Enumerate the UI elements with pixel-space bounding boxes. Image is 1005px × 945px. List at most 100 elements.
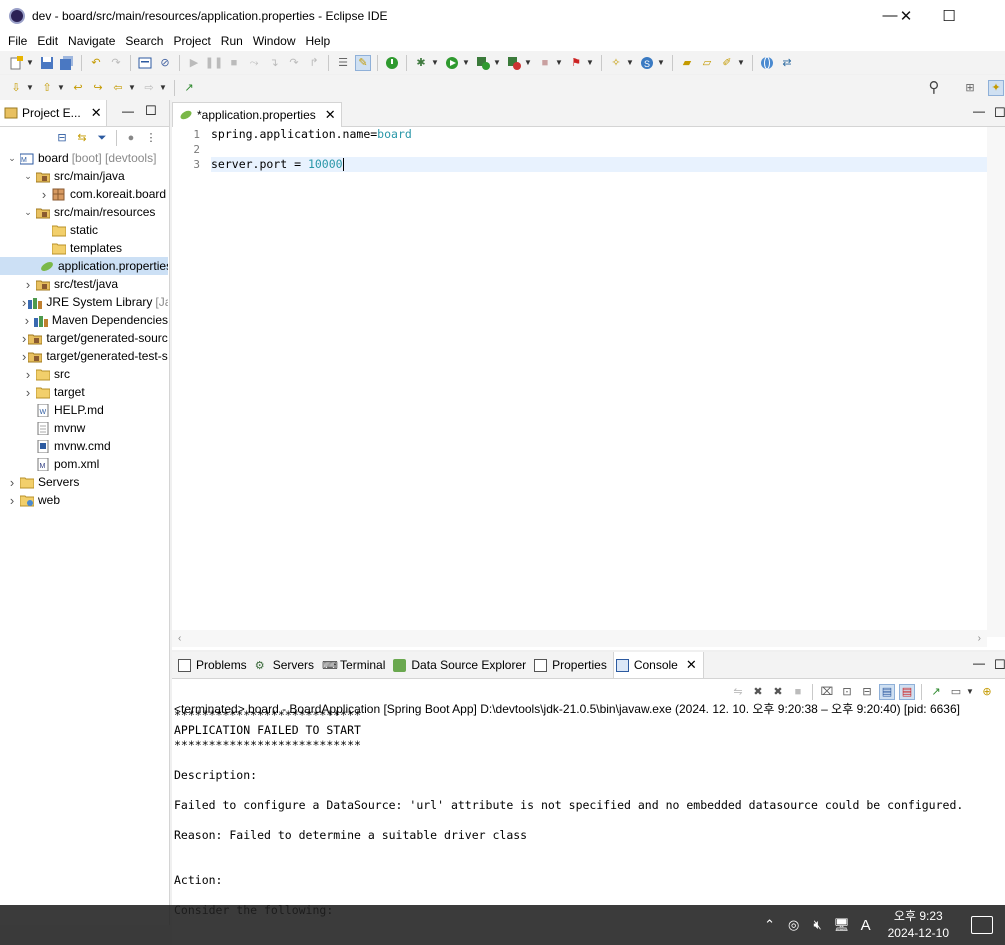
global-search-icon[interactable]: ⚲	[926, 79, 942, 96]
code-line[interactable]: spring.application.name=board	[211, 127, 412, 142]
maximize-button[interactable]: ☐	[926, 0, 972, 31]
menu-help[interactable]: Help	[301, 31, 336, 51]
camera-icon[interactable]: ◎	[783, 914, 805, 936]
previous-annotation-dropdown-icon[interactable]: ▼	[57, 83, 65, 92]
tree-item-jre-library[interactable]: ›JRE System Library[JavaSE-21]	[0, 293, 168, 311]
editor-vertical-scrollbar[interactable]	[987, 127, 1005, 637]
close-tab-icon[interactable]: ✕	[325, 107, 336, 123]
chevron-right-icon[interactable]: ›	[22, 367, 34, 382]
tree-item-generated-test-sources[interactable]: ›target/generated-test-sources	[0, 347, 168, 365]
forward-dropdown-icon[interactable]: ▼	[159, 83, 167, 92]
back-icon[interactable]: ⇦	[110, 80, 126, 96]
tree-item-src-folder[interactable]: › src	[0, 365, 168, 383]
tree-item-servers[interactable]: › Servers	[0, 473, 168, 491]
forward-edit-icon[interactable]: ↪	[90, 80, 106, 96]
tab-properties[interactable]: Properties	[532, 652, 613, 678]
next-annotation-dropdown-icon[interactable]: ▼	[26, 83, 34, 92]
run-dropdown-icon[interactable]: ▼	[462, 58, 470, 67]
toggle-block-selection-icon[interactable]: ✎	[355, 54, 371, 71]
open-type-icon[interactable]: ▰	[679, 55, 695, 71]
tree-item-pom-xml[interactable]: Mpom.xml	[0, 455, 168, 473]
tree-item-board-project[interactable]: ⌄ Mboard [boot] [devtools]	[0, 149, 168, 167]
chevron-right-icon[interactable]: ›	[6, 493, 18, 508]
tree-item-src-main-java[interactable]: ⌄ src/main/java	[0, 167, 168, 185]
chevron-down-icon[interactable]: ⌄	[6, 152, 18, 164]
menu-edit[interactable]: Edit	[32, 31, 63, 51]
clear-console-icon[interactable]: ⌧	[819, 684, 835, 700]
tree-item-mvnw[interactable]: mvnw	[0, 419, 168, 437]
menu-file[interactable]: File	[3, 31, 32, 51]
external-tools-icon[interactable]	[506, 55, 522, 71]
menu-navigate[interactable]: Navigate	[63, 31, 120, 51]
pin-editor-icon[interactable]: ↗	[181, 80, 197, 96]
terminate-dropdown-icon[interactable]: ▼	[586, 58, 594, 67]
globe-icon[interactable]	[759, 55, 775, 71]
tab-console[interactable]: Console ✕	[612, 652, 704, 678]
coverage-dropdown-icon[interactable]: ▼	[493, 58, 501, 67]
tree-item-package[interactable]: › com.koreait.board	[0, 185, 168, 203]
display-console-icon[interactable]: ▭	[948, 684, 964, 700]
display-console-dropdown-icon[interactable]: ▼	[966, 687, 974, 696]
spring-perspective-icon[interactable]: ✦	[988, 79, 1004, 96]
minimize-panel-icon[interactable]: —	[973, 656, 985, 670]
tab-data-source-explorer[interactable]: Data Source Explorer	[391, 652, 532, 678]
chevron-up-icon[interactable]: ⌃	[759, 914, 781, 936]
terminate-launch-icon[interactable]: ⚑	[568, 55, 584, 71]
tree-item-help-md[interactable]: W HELP.md	[0, 401, 168, 419]
new-class-icon[interactable]: S	[639, 55, 655, 71]
save-all-icon[interactable]	[59, 55, 75, 71]
tree-item-mvnw-cmd[interactable]: mvnw.cmd	[0, 437, 168, 455]
scroll-left-icon[interactable]: ‹	[178, 633, 181, 644]
skip-breakpoints-icon[interactable]: ⊘	[157, 55, 173, 71]
show-on-stdout-icon[interactable]: ▤	[879, 683, 895, 700]
menu-project[interactable]: Project	[168, 31, 215, 51]
maximize-editor-icon[interactable]: ☐	[994, 105, 1005, 121]
next-annotation-icon[interactable]: ⇩	[8, 80, 24, 96]
collapse-all-icon[interactable]: ⊟	[54, 130, 70, 146]
menu-search[interactable]: Search	[120, 31, 168, 51]
project-explorer-tab[interactable]: Project E... ✕	[0, 100, 107, 126]
tab-problems[interactable]: Problems	[176, 652, 253, 678]
tree-item-templates-folder[interactable]: templates	[0, 239, 168, 257]
remove-launch-icon[interactable]: ✖	[750, 684, 766, 700]
close-console-icon[interactable]: ✕	[686, 657, 697, 673]
toggle-mark-occurrences-icon[interactable]: ☰	[335, 55, 351, 71]
open-console-icon[interactable]	[137, 55, 153, 71]
external-tools-dropdown-icon[interactable]: ▼	[524, 58, 532, 67]
run-last-tool-icon[interactable]: ⇄	[779, 55, 795, 71]
pin-icon[interactable]: ↗	[928, 684, 944, 700]
new-project-icon[interactable]: ✧	[608, 55, 624, 71]
filter-icon[interactable]: ⏷	[94, 130, 110, 146]
new-dropdown-icon[interactable]: ▼	[26, 58, 34, 67]
tab-terminal[interactable]: ⌨ Terminal	[320, 652, 391, 678]
chevron-right-icon[interactable]: ›	[22, 385, 34, 400]
previous-annotation-icon[interactable]: ⇧	[39, 80, 55, 96]
scroll-lock-icon[interactable]: ⊡	[839, 684, 855, 700]
new-project-dropdown-icon[interactable]: ▼	[626, 58, 634, 67]
minimize-editor-icon[interactable]: —	[973, 104, 985, 118]
save-icon[interactable]	[39, 55, 55, 71]
tab-servers[interactable]: ⚙ Servers	[253, 652, 320, 678]
tree-item-static-folder[interactable]: static	[0, 221, 168, 239]
view-menu-icon[interactable]: ⋮	[143, 130, 159, 146]
close-button[interactable]: ✕	[883, 0, 929, 31]
word-wrap-icon[interactable]: ⊟	[859, 684, 875, 700]
editor-horizontal-scrollbar[interactable]: ‹ ›	[172, 630, 987, 647]
editor-tab-application-properties[interactable]: *application.properties ✕	[172, 102, 342, 127]
last-edit-location-icon[interactable]: ↩	[70, 80, 86, 96]
tree-item-web-project[interactable]: › web	[0, 491, 168, 509]
tree-item-application-properties[interactable]: application.properties	[0, 257, 168, 275]
open-task-icon[interactable]: ▱	[699, 55, 715, 71]
notification-icon[interactable]	[971, 916, 993, 934]
code-editor[interactable]: spring.application.name=board server.por…	[211, 127, 987, 627]
close-view-icon[interactable]: ✕	[91, 105, 102, 121]
coverage-icon[interactable]	[475, 55, 491, 71]
speaker-muted-icon[interactable]: 🔇︎	[807, 914, 829, 936]
new-icon[interactable]	[8, 55, 24, 71]
remove-all-launches-icon[interactable]: ✖	[770, 684, 786, 700]
chevron-right-icon[interactable]: ›	[22, 313, 32, 328]
debug-icon[interactable]: ✱	[413, 55, 429, 71]
chevron-down-icon[interactable]: ⌄	[22, 170, 34, 182]
maximize-panel-icon[interactable]: ☐	[994, 657, 1005, 673]
forward-icon[interactable]: ⇨	[141, 80, 157, 96]
